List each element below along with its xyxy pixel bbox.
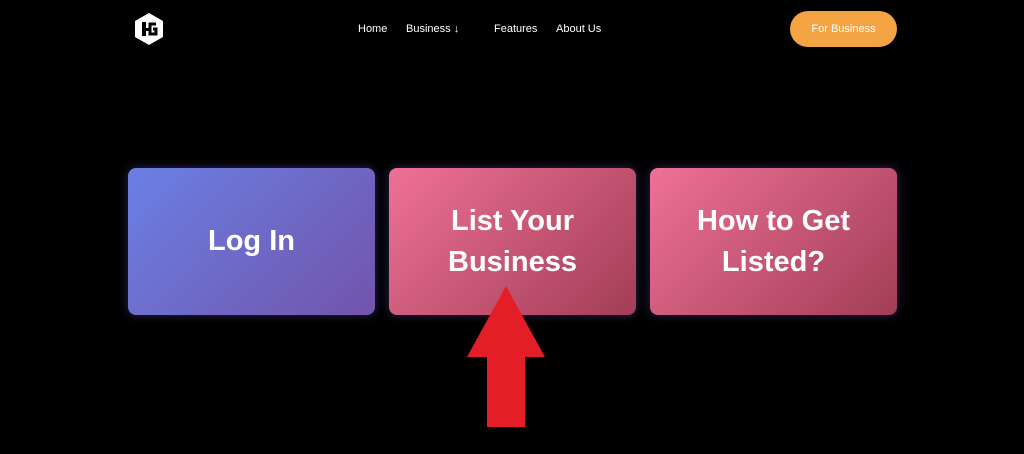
list-card-line-1: List Your (450, 204, 574, 237)
list-your-business-card-label: List Your Business (432, 201, 593, 283)
list-card-line-2: Business (448, 245, 577, 278)
nav-home-link[interactable]: Home (358, 23, 387, 35)
nav-features-link[interactable]: Features (494, 23, 537, 35)
red-up-arrow-icon (466, 286, 546, 428)
nav-about-link[interactable]: About Us (556, 23, 601, 35)
howto-card-line-1: How to Get (696, 204, 851, 237)
login-card[interactable]: Log In (128, 168, 375, 315)
nav-business-dropdown[interactable]: Business ↓ (406, 23, 459, 35)
page: Home Business ↓ Features About Us For Bu… (0, 0, 1024, 454)
how-to-get-listed-card-label: How to Get Listed? (681, 201, 866, 283)
how-to-get-listed-card[interactable]: How to Get Listed? (650, 168, 897, 315)
for-business-button[interactable]: For Business (790, 11, 897, 47)
howto-card-line-2: Listed? (721, 245, 826, 278)
login-card-label: Log In (208, 225, 295, 257)
site-logo-icon[interactable] (132, 12, 166, 46)
